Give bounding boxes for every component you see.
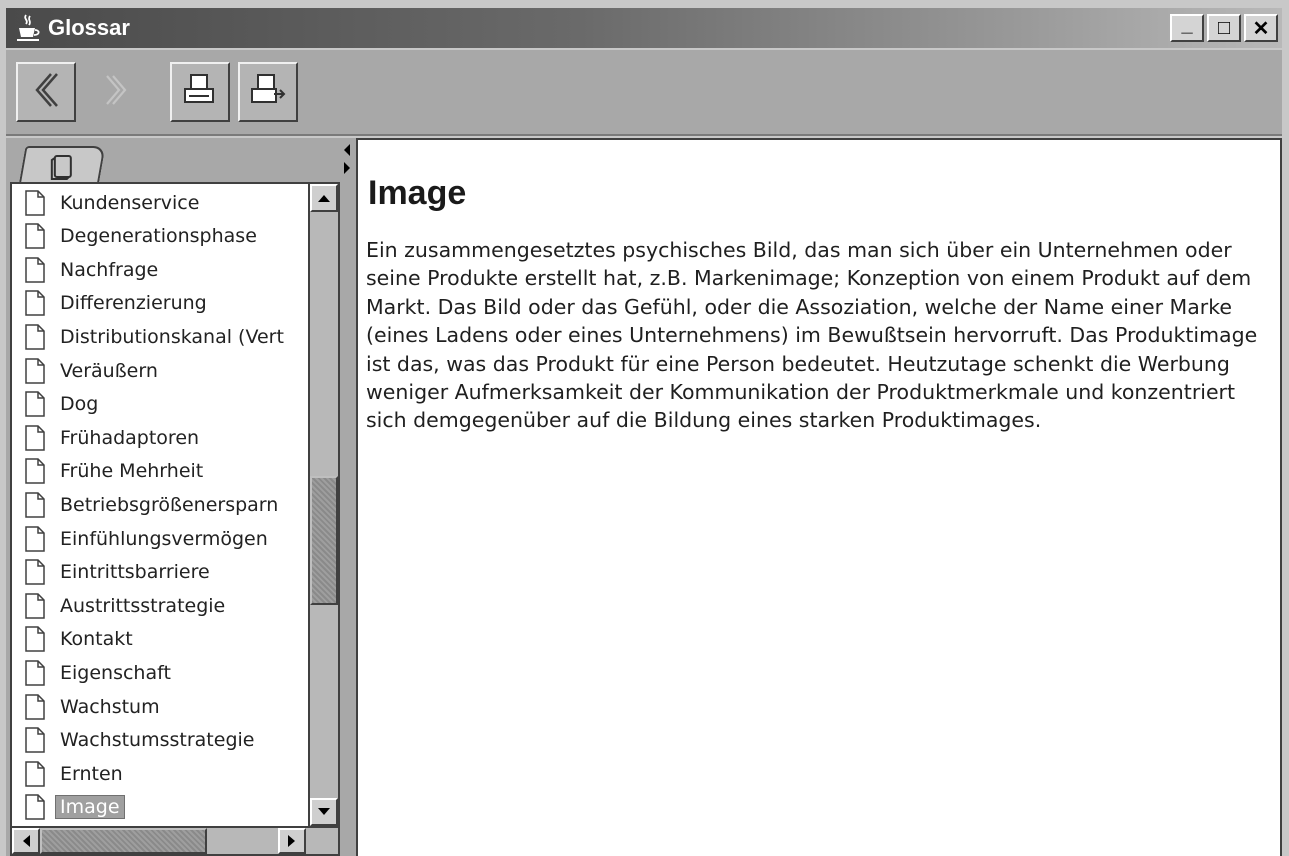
list-item[interactable]: Wachstumsstrategie <box>12 724 254 757</box>
document-icon <box>25 324 45 350</box>
document-icon <box>25 525 45 552</box>
java-cup-icon <box>12 12 44 44</box>
scroll-right-button[interactable] <box>278 828 306 854</box>
printer-icon <box>181 72 219 112</box>
document-icon <box>25 256 45 283</box>
list-item[interactable]: Ernten <box>12 757 123 790</box>
printer-arrow-icon <box>248 72 288 112</box>
list-item-label: Degenerationsphase <box>60 225 257 248</box>
close-icon: ✕ <box>1252 17 1270 40</box>
back-button[interactable] <box>16 62 76 122</box>
document-icon <box>25 223 45 249</box>
book-icon <box>49 153 75 181</box>
list-item[interactable]: Image <box>12 791 125 824</box>
list-item[interactable]: Dog <box>12 388 98 421</box>
list-item-label: Kontakt <box>60 628 133 651</box>
list-item[interactable]: Austrittsstrategie <box>12 589 225 622</box>
document-icon <box>25 492 45 518</box>
document-icon <box>25 760 45 787</box>
document-icon <box>25 727 45 753</box>
list-item-label: Eintrittsbarriere <box>60 561 210 584</box>
horizontal-scroll-thumb[interactable] <box>40 828 207 854</box>
list-item-label: Wachstumsstrategie <box>60 729 255 752</box>
document-icon <box>25 357 45 384</box>
list-item-label: Ernten <box>60 762 123 785</box>
chevron-left-icon <box>29 70 63 114</box>
arrow-down-icon <box>318 808 330 815</box>
toolbar <box>6 50 1282 136</box>
window-title: Glossar <box>48 15 130 40</box>
list-item[interactable]: Degenerationsphase <box>12 220 257 253</box>
scroll-left-button[interactable] <box>12 828 40 854</box>
arrow-up-icon <box>318 195 330 202</box>
list-item-label: Image <box>55 795 125 820</box>
list-item[interactable]: Differenzierung <box>12 287 207 320</box>
vertical-scroll-thumb[interactable] <box>310 475 338 605</box>
definition-panel: Image Ein zusammengesetztes psychisches … <box>356 138 1282 856</box>
minimize-icon: _ <box>1181 13 1193 36</box>
list-item-label: Kundenservice <box>60 191 200 214</box>
list-item-label: Distributionskanal (Vert <box>60 325 284 348</box>
list-item[interactable]: Kundenservice <box>12 186 199 219</box>
document-icon <box>25 290 45 317</box>
list-item[interactable]: Kontakt <box>12 623 133 656</box>
document-icon <box>25 626 45 653</box>
list-item[interactable]: Nachfrage <box>12 253 158 286</box>
list-item[interactable]: Veräußern <box>12 354 158 387</box>
list-item-label: Wachstum <box>60 695 160 718</box>
glossary-term-list[interactable]: Kundenservice Degenerationsphase Nachfrage… <box>12 184 308 826</box>
document-icon <box>25 458 45 485</box>
list-item-label: Nachfrage <box>60 258 159 281</box>
list-item[interactable]: Distributionskanal (Vert <box>12 320 284 353</box>
document-icon <box>25 559 45 585</box>
list-item-label: Differenzierung <box>60 292 207 315</box>
list-item[interactable]: Frühadaptoren <box>12 421 199 454</box>
list-item[interactable]: Eigenschaft <box>12 656 171 689</box>
glossary-list-frame: Kundenservice Degenerationsphase Nachfrage… <box>10 182 340 856</box>
maximize-icon: □ <box>1217 16 1231 39</box>
arrow-left-icon <box>23 835 30 847</box>
document-icon <box>25 693 45 720</box>
maximize-button[interactable]: □ <box>1207 14 1241 42</box>
pane-splitter[interactable] <box>342 138 356 856</box>
list-item[interactable]: Wachstum <box>12 690 160 723</box>
list-item[interactable]: Einfühlungsvermögen <box>12 522 268 555</box>
horizontal-scrollbar[interactable] <box>12 826 338 854</box>
forward-button[interactable] <box>86 62 146 122</box>
document-icon <box>25 592 45 619</box>
document-icon <box>25 189 45 216</box>
list-item[interactable]: Eintrittsbarriere <box>12 556 210 589</box>
list-item-label: Eigenschaft <box>60 661 171 684</box>
navigator-pane: Kundenservice Degenerationsphase Nachfrage… <box>6 138 342 856</box>
list-item-label: Betriebsgrößenersparn <box>60 493 279 516</box>
scroll-down-button[interactable] <box>310 798 338 826</box>
tab-index[interactable] <box>18 146 106 186</box>
print-button[interactable] <box>170 62 230 122</box>
glossary-window: Glossar _ □ ✕ Kundenservice Degeneration… <box>0 0 1289 856</box>
list-item[interactable]: Frühe Mehrheit <box>12 455 203 488</box>
term-definition: Ein zusammengesetztes psychisches Bild, … <box>366 238 1258 433</box>
minimize-button[interactable]: _ <box>1170 14 1204 42</box>
title-bar[interactable]: Glossar _ □ ✕ <box>6 8 1282 48</box>
chevron-right-icon <box>99 70 133 114</box>
document-icon <box>25 794 45 821</box>
list-item-label: Frühe Mehrheit <box>60 460 204 483</box>
list-item-label: Veräußern <box>60 359 158 382</box>
term-heading: Image <box>368 174 467 212</box>
document-icon <box>25 424 45 451</box>
document-icon <box>25 391 45 417</box>
print-setup-button[interactable] <box>238 62 298 122</box>
arrow-right-icon <box>288 835 295 847</box>
vertical-scrollbar[interactable] <box>308 184 338 826</box>
scroll-up-button[interactable] <box>310 184 338 212</box>
collapse-arrows-icon <box>344 144 350 174</box>
list-item-label: Dog <box>60 393 99 416</box>
list-item[interactable]: Betriebsgrößenersparn <box>12 488 278 521</box>
document-icon <box>25 660 45 686</box>
close-button[interactable]: ✕ <box>1244 14 1278 42</box>
list-item-label: Austrittsstrategie <box>60 594 226 617</box>
list-item-label: Frühadaptoren <box>60 426 200 449</box>
list-item-label: Einfühlungsvermögen <box>60 527 268 550</box>
